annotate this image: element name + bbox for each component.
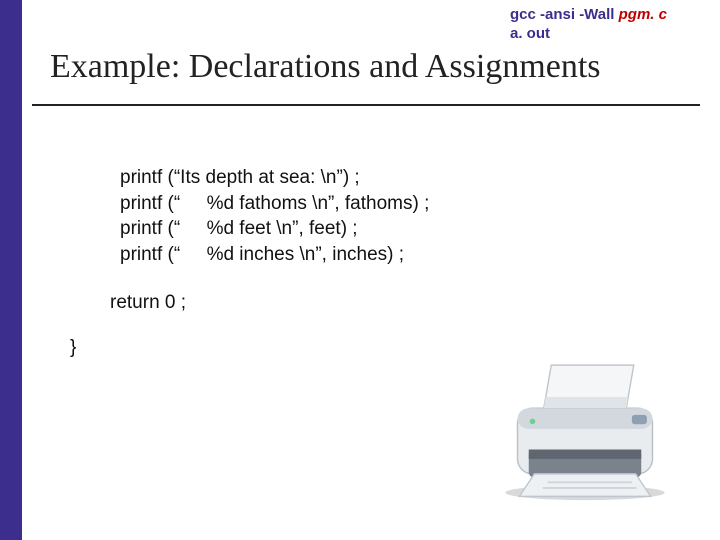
code-line-2: printf (“ %d fathoms \n”, fathoms) ; [120, 191, 429, 217]
code-block: printf (“Its depth at sea: \n”) ; printf… [120, 165, 429, 268]
return-block: return 0 ; } [70, 290, 186, 361]
compile-run-header: gcc -ansi -Wall pgm. c a. out [510, 6, 667, 44]
title-underline [32, 104, 700, 106]
compile-filename: pgm. c [619, 6, 667, 23]
compile-command-line: gcc -ansi -Wall pgm. c [510, 6, 667, 25]
closing-brace: } [70, 317, 186, 362]
return-statement: return 0 ; [70, 290, 186, 317]
accent-bar [0, 0, 22, 540]
printer-illustration [490, 352, 680, 502]
code-line-1: printf (“Its depth at sea: \n”) ; [120, 165, 429, 191]
run-command-line: a. out [510, 25, 667, 44]
compile-command: gcc -ansi -Wall [510, 6, 619, 23]
slide-title: Example: Declarations and Assignments [50, 48, 690, 86]
code-line-3: printf (“ %d feet \n”, feet) ; [120, 216, 429, 242]
run-command: a. out [510, 25, 550, 42]
printer-icon [490, 352, 680, 502]
code-line-4: printf (“ %d inches \n”, inches) ; [120, 242, 429, 268]
